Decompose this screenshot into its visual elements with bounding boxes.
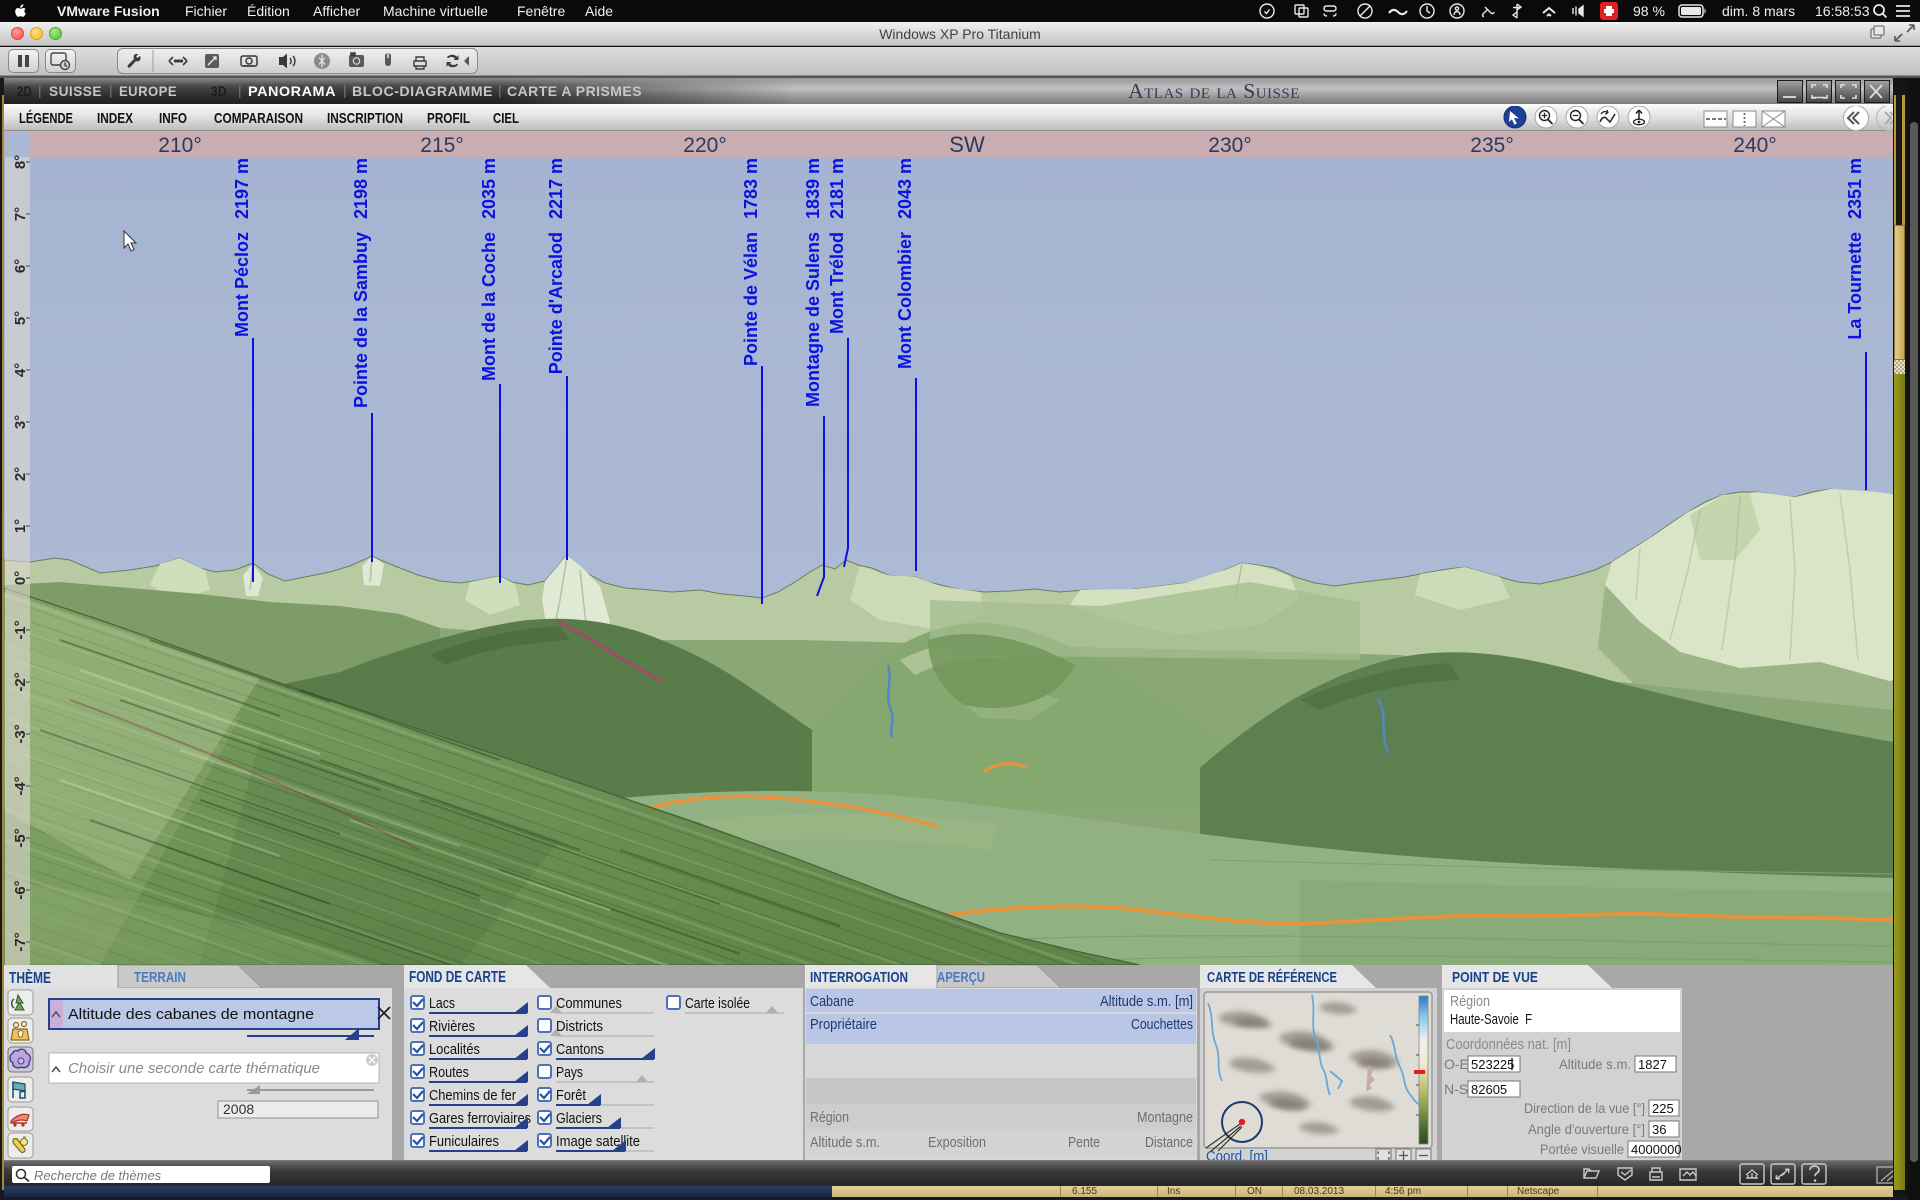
svg-text:INFO: INFO (159, 110, 187, 127)
svg-text:|: | (238, 82, 242, 98)
svg-text:Région: Région (810, 1109, 849, 1126)
svg-text:3D: 3D (211, 83, 227, 99)
svg-text:Altitude s.m.: Altitude s.m. (810, 1134, 880, 1151)
svg-text:36: 36 (1652, 1122, 1666, 1137)
svg-text:230°: 230° (1208, 134, 1251, 157)
svg-text:Couchettes: Couchettes (1131, 1016, 1193, 1033)
svg-text:Districts: Districts (556, 1018, 603, 1035)
svg-text:Altitude des cabanes de montag: Altitude des cabanes de montagne (68, 1006, 314, 1023)
svg-text:Propriétaire: Propriétaire (810, 1016, 877, 1033)
svg-text:Exposition: Exposition (928, 1134, 986, 1151)
svg-text:INDEX: INDEX (97, 110, 133, 127)
svg-text:Pointe de Vélan: Pointe de Vélan (741, 232, 761, 366)
svg-text:Routes: Routes (429, 1064, 469, 1081)
svg-text:|: | (343, 82, 347, 98)
svg-text:4000000: 4000000 (1631, 1142, 1682, 1157)
svg-text:Portée visuelle: Portée visuelle (1540, 1141, 1624, 1157)
svg-text:Distance: Distance (1145, 1134, 1193, 1151)
svg-text:210°: 210° (158, 134, 201, 157)
svg-text:Glaciers: Glaciers (556, 1110, 602, 1127)
svg-text:2181 m: 2181 m (827, 158, 847, 219)
svg-text:2035 m: 2035 m (479, 158, 499, 219)
svg-text:Région: Région (1450, 993, 1490, 1010)
svg-text:Carte isolée: Carte isolée (685, 995, 750, 1012)
svg-text:Mont Colombier: Mont Colombier (895, 232, 915, 369)
svg-text:Mont Trélod: Mont Trélod (827, 232, 847, 334)
svg-text:PANORAMA: PANORAMA (248, 83, 336, 99)
svg-text:Cabane: Cabane (810, 993, 854, 1010)
svg-text:Coordonnées nat. [m]: Coordonnées nat. [m] (1446, 1036, 1571, 1053)
svg-text:CARTE DE RÉFÉRENCE: CARTE DE RÉFÉRENCE (1207, 969, 1337, 986)
svg-text:COMPARAISON: COMPARAISON (214, 110, 303, 127)
svg-text:INSCRIPTION: INSCRIPTION (327, 110, 403, 127)
svg-text:|: | (498, 82, 502, 98)
svg-text:1839 m: 1839 m (803, 158, 823, 219)
svg-text:TERRAIN: TERRAIN (134, 969, 186, 986)
svg-text:LÉGENDE: LÉGENDE (19, 110, 73, 127)
svg-text:SW: SW (949, 132, 985, 157)
svg-text:2198 m: 2198 m (351, 158, 371, 219)
svg-text:N-S: N-S (1444, 1081, 1468, 1097)
svg-text:2351 m: 2351 m (1845, 158, 1865, 219)
svg-text:2043 m: 2043 m (895, 158, 915, 219)
svg-text:SUISSE: SUISSE (49, 83, 102, 99)
svg-text:PROFIL: PROFIL (427, 110, 470, 127)
svg-text:POINT DE VUE: POINT DE VUE (1452, 969, 1538, 986)
svg-text:240°: 240° (1733, 134, 1776, 157)
svg-text:THÈME: THÈME (9, 968, 51, 987)
svg-text:220°: 220° (683, 134, 726, 157)
svg-text:Pays: Pays (556, 1064, 583, 1081)
svg-text:CARTE A PRISMES: CARTE A PRISMES (507, 83, 642, 99)
svg-text:Gares ferroviaires: Gares ferroviaires (429, 1110, 531, 1127)
svg-text:Chemins de fer: Chemins de fer (429, 1087, 516, 1104)
svg-text:Forêt: Forêt (556, 1087, 587, 1104)
svg-text:INTERROGATION: INTERROGATION (810, 969, 908, 986)
svg-text:|: | (38, 82, 42, 98)
svg-text:1783 m: 1783 m (741, 158, 761, 219)
svg-text:2D: 2D (17, 83, 32, 99)
svg-text:Mont de la Coche: Mont de la Coche (479, 232, 499, 381)
svg-text:Image satellite: Image satellite (556, 1133, 640, 1150)
svg-text:EUROPE: EUROPE (119, 83, 177, 99)
svg-text:Cantons: Cantons (556, 1041, 604, 1058)
svg-text:235°: 235° (1470, 134, 1513, 157)
svg-text:2008: 2008 (223, 1101, 254, 1117)
svg-text:CIEL: CIEL (493, 110, 519, 127)
svg-text:Communes: Communes (556, 995, 622, 1012)
svg-text:APERÇU: APERÇU (937, 969, 985, 986)
svg-text:Direction de la vue [°]: Direction de la vue [°] (1524, 1100, 1645, 1116)
svg-text:Choisir une seconde carte thém: Choisir une seconde carte thématique (68, 1060, 320, 1077)
svg-text:215°: 215° (420, 134, 463, 157)
svg-text:Altitude s.m. [m]: Altitude s.m. [m] (1100, 993, 1193, 1010)
svg-text:O-E: O-E (1444, 1056, 1469, 1072)
svg-text:Haute-Savoie F: Haute-Savoie F (1450, 1011, 1532, 1028)
svg-text:FOND DE CARTE: FOND DE CARTE (409, 969, 506, 986)
svg-text:Localités: Localités (429, 1041, 480, 1058)
svg-text:225: 225 (1652, 1101, 1674, 1116)
svg-text:1827: 1827 (1638, 1057, 1667, 1072)
svg-text:La Tournette: La Tournette (1845, 232, 1865, 340)
svg-text:523225: 523225 (1471, 1057, 1514, 1072)
svg-text:Angle d'ouverture [°]: Angle d'ouverture [°] (1528, 1121, 1645, 1137)
svg-text:Rivières: Rivières (429, 1018, 475, 1035)
svg-text:2197 m: 2197 m (232, 158, 252, 219)
svg-text:Pente: Pente (1068, 1134, 1100, 1151)
svg-text:Pointe de la Sambuy: Pointe de la Sambuy (351, 232, 371, 408)
svg-text:Mont Pécloz: Mont Pécloz (232, 232, 252, 337)
svg-text:Lacs: Lacs (429, 995, 455, 1012)
svg-text:|: | (109, 82, 113, 98)
svg-text:Montagne de Sulens: Montagne de Sulens (803, 232, 823, 407)
svg-text:Funiculaires: Funiculaires (429, 1133, 499, 1150)
svg-text:2217 m: 2217 m (546, 158, 566, 219)
svg-text:Altitude s.m.: Altitude s.m. (1559, 1056, 1631, 1072)
svg-text:BLOC-DIAGRAMME: BLOC-DIAGRAMME (352, 83, 493, 99)
svg-text:Montagne: Montagne (1137, 1109, 1193, 1126)
svg-text:82605: 82605 (1471, 1082, 1507, 1097)
svg-text:Pointe d'Arcalod: Pointe d'Arcalod (546, 232, 566, 374)
